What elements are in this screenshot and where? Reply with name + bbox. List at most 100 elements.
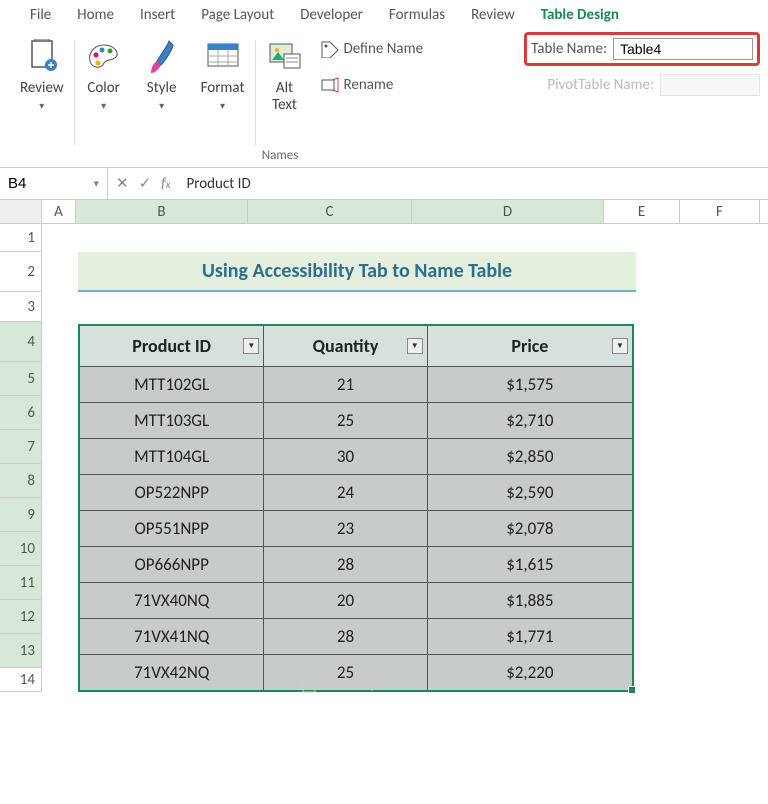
table-row[interactable]: OP666NPP28$1,615 [80,546,632,582]
data-table: Product ID▼ Quantity▼ Price▼ MTT102GL21$… [78,324,634,692]
col-header-d[interactable]: D [412,200,604,223]
row-header[interactable]: 1 [0,224,42,252]
table-row[interactable]: 71VX41NQ28$1,771 [80,618,632,654]
cell[interactable]: 21 [264,367,427,402]
row-header[interactable]: 12 [0,600,42,634]
col-product-id[interactable]: Product ID▼ [80,326,264,366]
row-header[interactable]: 14 [0,668,42,692]
cell[interactable]: $1,615 [428,547,632,582]
filter-icon[interactable]: ▼ [612,338,628,354]
cancel-icon[interactable]: ✕ [116,174,129,193]
cell[interactable]: $1,885 [428,583,632,618]
cell[interactable]: 28 [264,619,427,654]
cell[interactable]: 25 [264,403,427,438]
row-headers: 1 2 3 4 5 6 7 8 9 10 11 12 13 14 [0,224,42,692]
format-icon [204,38,242,76]
ribbon-tabs: File Home Insert Page Layout Developer F… [0,0,768,28]
pivot-name-input [660,74,760,96]
cell[interactable]: 28 [264,547,427,582]
row-header[interactable]: 10 [0,532,42,566]
row-header[interactable]: 3 [0,292,42,322]
rename-button[interactable]: Rename [320,76,394,94]
chevron-down-icon: ▾ [159,99,164,112]
watermark: exceldemy [302,678,376,693]
selection-handle[interactable] [628,686,636,694]
table-name-label: Table Name: [531,40,607,58]
group-title-names: Names [262,148,299,163]
alttext-group[interactable]: AltText [256,32,314,167]
name-box[interactable]: ▾ [0,168,108,199]
cell[interactable]: $2,078 [428,511,632,546]
table-row[interactable]: OP551NPP23$2,078 [80,510,632,546]
cells-area[interactable]: Using Accessibility Tab to Name Table Pr… [42,224,768,692]
table-name-input[interactable] [613,38,753,60]
cell[interactable]: 23 [264,511,427,546]
cell[interactable]: 30 [264,439,427,474]
tab-file[interactable]: File [30,6,51,24]
cell[interactable]: MTT103GL [80,403,264,438]
table-row[interactable]: MTT103GL25$2,710 [80,402,632,438]
tab-review[interactable]: Review [471,6,515,24]
col-header-c[interactable]: C [248,200,412,223]
cell[interactable]: 24 [264,475,427,510]
accept-icon[interactable]: ✓ [139,174,152,193]
names-group: Define Name Table Name: Rename PivotTabl… [314,32,761,167]
row-header[interactable]: 5 [0,362,42,396]
tab-formulas[interactable]: Formulas [389,6,445,24]
cell[interactable]: OP666NPP [80,547,264,582]
cell[interactable]: $1,771 [428,619,632,654]
cell[interactable]: $2,220 [428,655,632,690]
name-box-input[interactable] [8,175,78,192]
cell[interactable]: 71VX42NQ [80,655,264,690]
cell[interactable]: MTT102GL [80,367,264,402]
row-header[interactable]: 9 [0,498,42,532]
col-header-f[interactable]: F [680,200,760,223]
format-group[interactable]: Format ▾ [191,32,255,167]
color-group[interactable]: Color ▾ [75,32,133,167]
col-header-e[interactable]: E [604,200,680,223]
tab-developer[interactable]: Developer [300,6,363,24]
cell[interactable]: 20 [264,583,427,618]
cell[interactable]: 71VX41NQ [80,619,264,654]
filter-icon[interactable]: ▼ [407,338,423,354]
select-all-corner[interactable] [0,200,42,223]
define-name-button[interactable]: Define Name [320,40,424,58]
col-header-a[interactable]: A [42,200,76,223]
col-quantity[interactable]: Quantity▼ [264,326,427,366]
cell[interactable]: $2,710 [428,403,632,438]
formula-content[interactable]: Product ID [187,175,251,193]
brush-icon [143,38,181,76]
cell[interactable]: OP522NPP [80,475,264,510]
ribbon: Review ▾ Color ▾ Style ▾ Format ▾ AltTex… [0,28,768,168]
col-header-b[interactable]: B [76,200,248,223]
cell[interactable]: OP551NPP [80,511,264,546]
filter-icon[interactable]: ▼ [243,338,259,354]
tab-insert[interactable]: Insert [140,6,175,24]
table-row[interactable]: MTT104GL30$2,850 [80,438,632,474]
table-row[interactable]: 71VX40NQ20$1,885 [80,582,632,618]
table-row[interactable]: MTT102GL21$1,575 [80,366,632,402]
sheet-title[interactable]: Using Accessibility Tab to Name Table [78,252,636,292]
tab-table-design[interactable]: Table Design [541,6,619,24]
fx-icon[interactable]: fx [161,175,170,193]
cell[interactable]: 71VX40NQ [80,583,264,618]
review-group[interactable]: Review ▾ [10,32,74,167]
cell[interactable]: $2,850 [428,439,632,474]
row-header[interactable]: 4 [0,322,42,362]
row-header[interactable]: 8 [0,464,42,498]
tab-home[interactable]: Home [77,6,114,24]
row-header[interactable]: 13 [0,634,42,668]
cell[interactable]: $2,590 [428,475,632,510]
tab-page-layout[interactable]: Page Layout [201,6,274,24]
row-header[interactable]: 7 [0,430,42,464]
row-header[interactable]: 11 [0,566,42,600]
chevron-down-icon[interactable]: ▾ [93,177,99,190]
cell[interactable]: MTT104GL [80,439,264,474]
row-header[interactable]: 2 [0,252,42,292]
grid: 1 2 3 4 5 6 7 8 9 10 11 12 13 14 Using A… [0,224,768,692]
style-group[interactable]: Style ▾ [133,32,191,167]
table-row[interactable]: OP522NPP24$2,590 [80,474,632,510]
row-header[interactable]: 6 [0,396,42,430]
col-price[interactable]: Price▼ [428,326,632,366]
cell[interactable]: $1,575 [428,367,632,402]
